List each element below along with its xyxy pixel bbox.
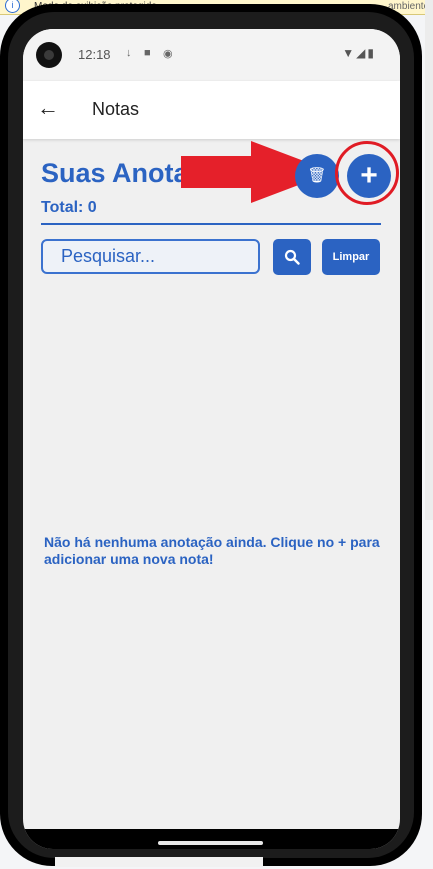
app-bar-title: Notas	[92, 99, 140, 119]
heading-divider	[41, 223, 381, 225]
app-bar: ← Notas	[23, 81, 400, 139]
phone-bezel: 12:18 ↓ ■ ◉ ▼◢▮ ← Notas Suas Anotações T…	[8, 12, 414, 858]
background-window-strip	[55, 857, 263, 867]
back-arrow-icon[interactable]: ←	[37, 95, 59, 121]
empty-state-message: Não há nenhuma anotação ainda. Clique no…	[44, 534, 380, 567]
phone-screen: 12:18 ↓ ■ ◉ ▼◢▮ ← Notas Suas Anotações T…	[23, 29, 400, 849]
sd-card-icon: ■	[144, 47, 151, 59]
status-bar: 12:18 ↓ ■ ◉ ▼◢▮	[23, 29, 400, 81]
info-icon: i	[5, 0, 20, 13]
background-window-edge	[425, 0, 433, 520]
magnifier-icon	[284, 249, 300, 265]
trash-icon: 🗑	[307, 167, 327, 184]
download-icon: ↓	[126, 47, 132, 59]
clear-button[interactable]: Limpar	[322, 239, 380, 275]
status-time: 12:18	[78, 47, 111, 62]
notes-total: Total: 0	[41, 199, 97, 216]
phone-frame: 12:18 ↓ ■ ◉ ▼◢▮ ← Notas Suas Anotações T…	[0, 4, 422, 866]
delete-all-button[interactable]: 🗑	[295, 154, 339, 198]
battery-icon: ▮	[367, 46, 376, 60]
navigation-bar	[23, 829, 400, 849]
notes-content: Suas Anotações Total: 0 🗑 + Pesquisar...…	[23, 139, 400, 849]
camera-icon	[36, 42, 62, 68]
app-icon: ◉	[163, 48, 173, 60]
red-circle-annotation	[335, 141, 399, 205]
search-input[interactable]	[41, 239, 260, 274]
search-button[interactable]	[273, 239, 311, 275]
wifi-icon: ▼	[342, 46, 357, 60]
signal-icons: ▼◢▮	[342, 46, 376, 60]
home-gesture-handle[interactable]	[158, 841, 263, 845]
signal-icon: ◢	[356, 46, 368, 60]
